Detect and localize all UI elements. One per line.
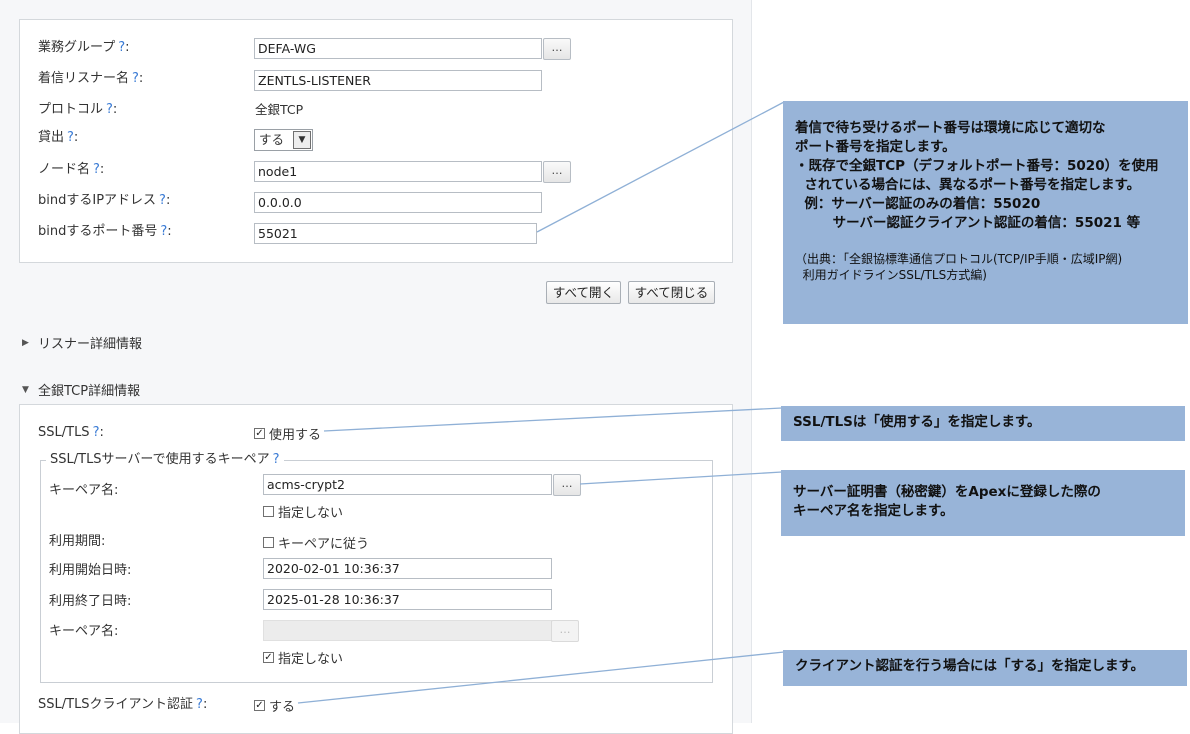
keypair-note: サーバー証明書（秘密鍵）をApexに登録した際の キーペア名を指定します。 [781, 470, 1185, 536]
checkbox-checked-icon[interactable]: ✓ [263, 652, 274, 663]
kashidashi-select[interactable]: する ▼ [254, 129, 313, 151]
checkbox-checked-icon[interactable]: ✓ [254, 428, 265, 439]
node-label: ノード名?: [38, 162, 105, 177]
not-specified-checkbox-1[interactable]: 指定しない [263, 502, 343, 521]
port-note-line: 例：サーバー認証のみの着信：55020 [795, 196, 1041, 212]
general-settings-panel: 業務グループ?: DEFA-WG … 着信リスナー名?: ZENTLS-LIST… [19, 19, 733, 263]
keypair-note-line: キーペア名を指定します。 [793, 503, 954, 519]
port-note-line: ポート番号を指定します。 [795, 139, 956, 155]
ssl-tls-label: SSL/TLS?: [38, 425, 104, 440]
help-icon[interactable]: ? [118, 40, 125, 55]
keypair-name-input[interactable]: acms-crypt2 [263, 474, 552, 495]
port-note-line: ・既存で全銀TCP（デフォルトポート番号：5020）を使用 [795, 158, 1159, 174]
client-auth-check-label: する [269, 700, 296, 715]
port-note-line: サーバー認証クライアント認証の着信：55021 等 [795, 215, 1141, 231]
checkbox-unchecked-icon[interactable] [263, 537, 274, 548]
not-specified-label-1: 指定しない [278, 506, 344, 521]
listener-detail-section[interactable]: ▶ リスナー詳細情報 [22, 333, 142, 352]
app-form-area: 業務グループ?: DEFA-WG … 着信リスナー名?: ZENTLS-LIST… [0, 0, 752, 734]
help-icon[interactable]: ? [67, 130, 74, 145]
end-datetime-input[interactable]: 2025-01-28 10:36:37 [263, 589, 552, 610]
client-auth-label: SSL/TLSクライアント認証?: [38, 697, 208, 712]
end-datetime-label: 利用終了日時: [49, 594, 132, 609]
node-browse-button[interactable]: … [543, 161, 571, 183]
ssl-note-text: SSL/TLSは「使用する」を指定します。 [793, 414, 1041, 430]
bind-ip-input[interactable]: 0.0.0.0 [254, 192, 542, 213]
kashidashi-label: 貸出?: [38, 130, 79, 145]
port-note-source: （出典：「全銀協標準通信プロトコル(TCP/IP手順・広域IP網) 利用ガイドラ… [795, 251, 1178, 283]
gyomu-group-label: 業務グループ?: [38, 40, 130, 55]
not-specified-checkbox-2[interactable]: ✓ 指定しない [263, 648, 343, 667]
help-icon[interactable]: ? [106, 102, 113, 117]
port-note: 着信で待ち受けるポート番号は環境に応じて適切な ポート番号を指定します。 ・既存… [783, 101, 1188, 324]
keypair-name2-label: キーペア名: [49, 624, 119, 639]
source-line: 利用ガイドラインSSL/TLS方式編) [795, 268, 987, 282]
start-datetime-label: 利用開始日時: [49, 563, 132, 578]
listener-name-input[interactable]: ZENTLS-LISTENER [254, 70, 542, 91]
protocol-value: 全銀TCP [255, 102, 304, 117]
start-datetime-input[interactable]: 2020-02-01 10:36:37 [263, 558, 552, 579]
listener-name-label: 着信リスナー名?: [38, 71, 144, 86]
period-label: 利用期間: [49, 534, 106, 549]
not-specified-label-2: 指定しない [278, 652, 344, 667]
help-icon[interactable]: ? [132, 71, 139, 86]
help-icon[interactable]: ? [93, 162, 100, 177]
keypair-name2-input[interactable] [263, 620, 552, 641]
ssl-note: SSL/TLSは「使用する」を指定します。 [781, 406, 1185, 441]
triangle-right-icon: ▶ [22, 337, 29, 348]
client-note: クライアント認証を行う場合には「する」を指定します。 [783, 650, 1187, 686]
checkbox-checked-icon[interactable]: ✓ [254, 700, 265, 711]
bind-ip-label: bindするIPアドレス?: [38, 193, 171, 208]
port-note-line: 着信で待ち受けるポート番号は環境に応じて適切な [795, 120, 1106, 136]
ssl-tls-check-label: 使用する [269, 428, 322, 443]
triangle-down-icon: ▼ [22, 384, 29, 395]
keypair-legend: SSL/TLSサーバーで使用するキーペア? [46, 452, 284, 468]
keypair2-browse-button[interactable]: … [551, 620, 579, 642]
bind-port-label: bindするポート番号?: [38, 224, 172, 239]
keypair-name-label: キーペア名: [49, 483, 119, 498]
zengin-detail-section[interactable]: ▼ 全銀TCP詳細情報 [22, 380, 140, 399]
listener-detail-title: リスナー詳細情報 [38, 337, 143, 352]
open-all-button[interactable]: すべて開く [546, 281, 621, 304]
port-note-line: されている場合には、異なるポート番号を指定します。 [795, 177, 1141, 193]
close-all-button[interactable]: すべて閉じる [628, 281, 715, 304]
gyomu-group-input[interactable]: DEFA-WG [254, 38, 542, 59]
keypair-fieldset: SSL/TLSサーバーで使用するキーペア? キーペア名: acms-crypt2… [40, 452, 713, 683]
protocol-label: プロトコル?: [38, 102, 118, 117]
help-icon[interactable]: ? [159, 193, 166, 208]
kashidashi-selected-value: する [259, 132, 285, 147]
keypair-browse-button[interactable]: … [553, 474, 581, 496]
help-icon[interactable]: ? [273, 452, 280, 467]
tls-panel: SSL/TLS?: ✓ 使用する SSL/TLSサーバーで使用するキーペア? キー… [19, 404, 733, 734]
gyomu-group-browse-button[interactable]: … [543, 38, 571, 60]
client-auth-checkbox[interactable]: ✓ する [254, 696, 295, 715]
node-input[interactable]: node1 [254, 161, 542, 182]
help-icon[interactable]: ? [93, 425, 100, 440]
client-note-text: クライアント認証を行う場合には「する」を指定します。 [795, 658, 1145, 674]
chevron-down-icon[interactable]: ▼ [293, 131, 311, 149]
bind-port-input[interactable]: 55021 [254, 223, 537, 244]
ssl-tls-checkbox[interactable]: ✓ 使用する [254, 424, 321, 443]
help-icon[interactable]: ? [160, 224, 167, 239]
source-line: （出典：「全銀協標準通信プロトコル(TCP/IP手順・広域IP網) [795, 252, 1123, 266]
zengin-detail-title: 全銀TCP詳細情報 [38, 384, 141, 399]
checkbox-unchecked-icon[interactable] [263, 506, 274, 517]
help-icon[interactable]: ? [196, 697, 203, 712]
follow-keypair-checkbox[interactable]: キーペアに従う [263, 533, 369, 552]
keypair-note-line: サーバー証明書（秘密鍵）をApexに登録した際の [793, 484, 1101, 500]
follow-keypair-label: キーペアに従う [278, 537, 370, 552]
